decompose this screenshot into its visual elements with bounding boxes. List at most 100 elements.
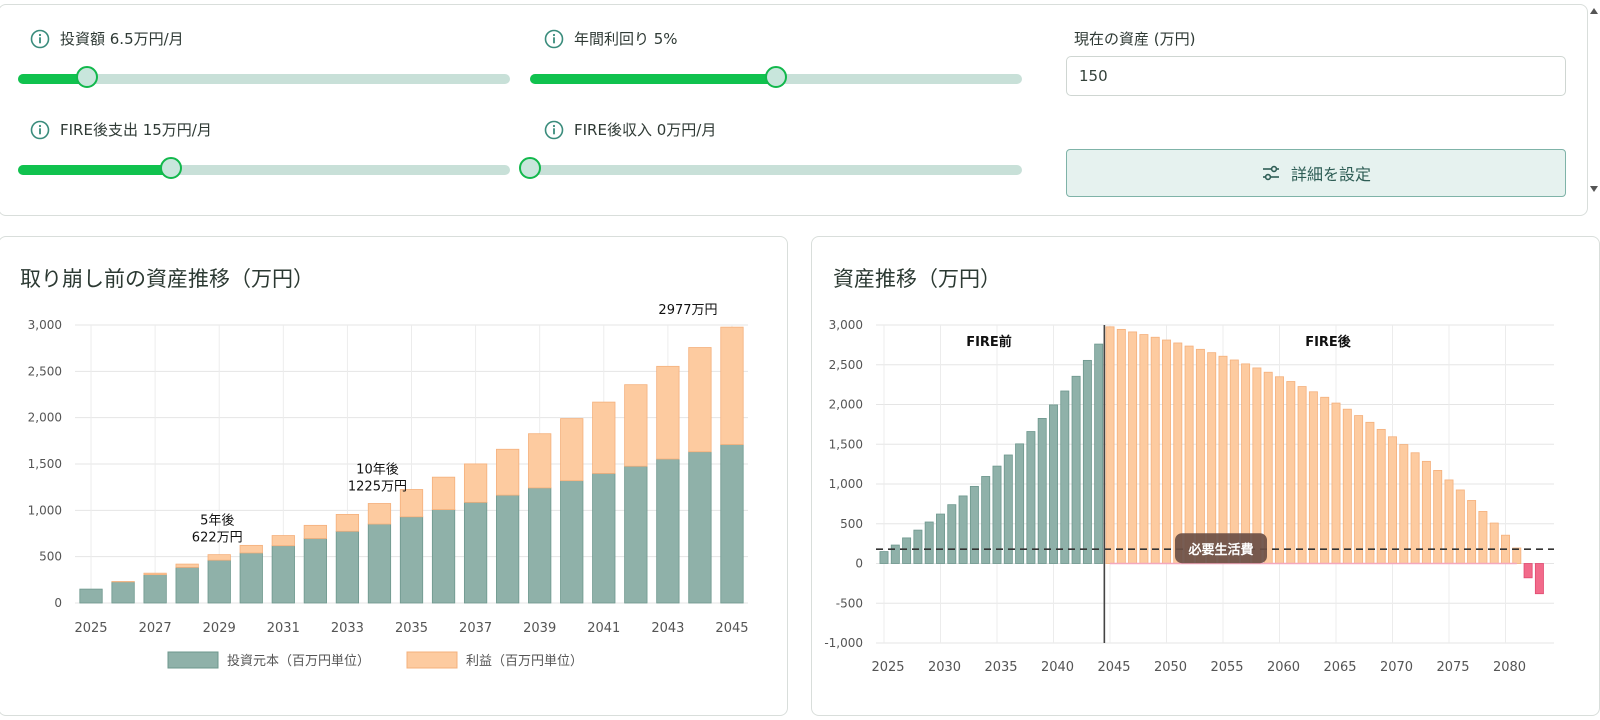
bar-profit xyxy=(656,365,680,460)
x-tick-label: 2040 xyxy=(1041,660,1074,675)
legend-label-principal: 投資元本（百万円単位） xyxy=(227,653,370,669)
bar-post-fire xyxy=(1354,415,1364,564)
x-tick-label: 2045 xyxy=(1097,660,1130,675)
detail-settings-button[interactable]: 詳細を設定 xyxy=(1066,149,1566,197)
annotation-label: 622万円 xyxy=(192,531,243,546)
x-tick-label: 2025 xyxy=(871,660,904,675)
x-tick-label: 2043 xyxy=(651,621,684,636)
legend-swatch-principal xyxy=(167,651,219,669)
bar-principal xyxy=(496,494,520,604)
annotation-label: 5年後 xyxy=(200,514,234,529)
x-tick-label: 2060 xyxy=(1267,660,1300,675)
bar-profit xyxy=(528,433,552,489)
bar-post-fire xyxy=(1128,331,1138,564)
bar-profit xyxy=(592,401,616,474)
bar-post-fire xyxy=(1489,522,1499,564)
bar-pre-fire xyxy=(902,537,912,564)
info-icon[interactable] xyxy=(544,29,564,49)
bar-principal xyxy=(239,552,263,604)
bar-post-fire xyxy=(1162,339,1171,564)
legend-swatch-profit xyxy=(406,651,458,669)
bar-profit xyxy=(239,544,263,554)
x-tick-label: 2031 xyxy=(267,621,300,636)
fire-expense-label: FIRE後支出 15万円/月 xyxy=(30,119,212,140)
legend-label-profit: 利益（百万円単位） xyxy=(466,653,583,669)
current-assets-input[interactable] xyxy=(1066,56,1566,96)
bar-profit xyxy=(463,463,488,503)
y-tick-label: 3,000 xyxy=(28,318,62,332)
investment-slider[interactable] xyxy=(18,66,510,88)
bar-principal xyxy=(367,523,392,604)
fire-expense-slider-thumb[interactable] xyxy=(159,157,182,179)
investment-slider-thumb[interactable] xyxy=(75,66,98,88)
bar-principal xyxy=(688,451,712,604)
bar-post-fire xyxy=(1139,334,1149,564)
bar-principal xyxy=(79,588,103,604)
info-icon[interactable] xyxy=(30,29,50,49)
bar-pre-fire xyxy=(1049,404,1058,564)
bar-pre-fire xyxy=(958,495,968,564)
bar-post-fire xyxy=(1421,460,1431,564)
bar-post-fire xyxy=(1150,336,1160,564)
y-tick-label: 2,500 xyxy=(28,364,62,378)
return-rate-label-text: 年間利回り 5% xyxy=(574,30,678,48)
scroll-down-icon[interactable] xyxy=(1590,186,1598,192)
annotation-label: 2977万円 xyxy=(658,303,717,318)
bar-deficit xyxy=(1534,563,1544,595)
bar-principal xyxy=(463,501,488,604)
bar-post-fire xyxy=(1388,436,1397,564)
bar-principal xyxy=(592,473,616,604)
scrollbar[interactable] xyxy=(1588,4,1600,214)
bar-post-fire xyxy=(1467,500,1477,564)
bar-pre-fire xyxy=(924,521,934,564)
bar-post-fire xyxy=(1410,452,1420,564)
bar-principal xyxy=(303,538,327,604)
scroll-up-icon[interactable] xyxy=(1590,8,1598,14)
bar-profit xyxy=(303,524,327,539)
bar-post-fire xyxy=(1105,326,1115,564)
fire-income-slider[interactable] xyxy=(519,157,1022,179)
y-tick-label: -1,000 xyxy=(824,636,863,650)
info-icon[interactable] xyxy=(544,120,564,140)
bar-post-fire xyxy=(1229,359,1239,564)
bar-profit xyxy=(175,563,199,568)
return-rate-slider[interactable] xyxy=(530,66,1022,88)
bar-post-fire xyxy=(1342,408,1352,564)
fire-income-slider-thumb[interactable] xyxy=(519,157,541,179)
y-tick-label: 0 xyxy=(54,596,62,610)
bar-profit xyxy=(367,503,392,525)
bar-pre-fire xyxy=(1015,443,1025,564)
y-tick-label: 2,000 xyxy=(829,398,863,412)
return-rate-slider-thumb[interactable] xyxy=(765,66,787,88)
bar-post-fire xyxy=(1195,348,1205,564)
bar-post-fire xyxy=(1512,547,1522,564)
fire-income-label: FIRE後収入 0万円/月 xyxy=(544,119,716,140)
bar-pre-fire xyxy=(936,513,945,564)
x-tick-label: 2075 xyxy=(1436,660,1469,675)
bar-principal xyxy=(335,530,360,604)
x-tick-label: 2080 xyxy=(1493,660,1526,675)
x-tick-label: 2070 xyxy=(1380,660,1413,675)
bar-principal xyxy=(720,444,744,604)
annotation-label: FIRE目標年 xyxy=(654,300,722,301)
bar-profit xyxy=(496,448,520,496)
bar-post-fire xyxy=(1297,386,1307,564)
bar-post-fire xyxy=(1116,328,1126,564)
region-label-pre: FIRE前 xyxy=(966,334,1012,350)
bar-principal xyxy=(560,480,584,604)
info-icon[interactable] xyxy=(30,120,50,140)
bar-principal xyxy=(271,545,295,604)
bar-profit xyxy=(335,514,360,532)
y-tick-label: 3,000 xyxy=(829,318,863,332)
y-tick-label: 1,500 xyxy=(829,437,863,451)
return-rate-label: 年間利回り 5% xyxy=(544,28,678,49)
fire-expense-label-text: FIRE後支出 15万円/月 xyxy=(60,121,212,139)
fire-expense-slider[interactable] xyxy=(18,157,510,179)
bar-post-fire xyxy=(1331,402,1341,564)
bar-principal xyxy=(143,574,167,604)
bar-principal xyxy=(624,465,648,604)
x-tick-label: 2035 xyxy=(984,660,1017,675)
bar-pre-fire xyxy=(1037,418,1047,564)
bar-pre-fire xyxy=(947,504,957,564)
bar-post-fire xyxy=(1308,391,1318,564)
